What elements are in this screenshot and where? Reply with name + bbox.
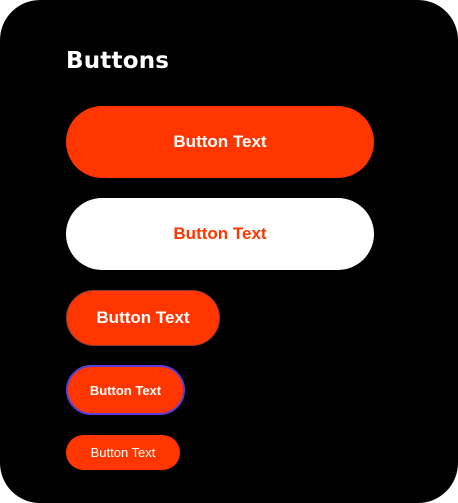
buttons-showcase-card: Buttons Button Text Button Text Button T… [0, 0, 458, 503]
page-title: Buttons [66, 48, 170, 74]
primary-button-small[interactable]: Button Text [66, 435, 180, 470]
button-label: Button Text [90, 445, 156, 460]
secondary-button-xl[interactable]: Button Text [66, 198, 374, 270]
button-label: Button Text [89, 382, 162, 398]
primary-button-large[interactable]: Button Text [66, 290, 220, 346]
button-label: Button Text [173, 224, 267, 243]
primary-button-xl[interactable]: Button Text [66, 106, 374, 178]
button-label: Button Text [173, 132, 267, 151]
button-label: Button Text [96, 308, 190, 327]
primary-button-medium-focused[interactable]: Button Text [66, 365, 185, 415]
